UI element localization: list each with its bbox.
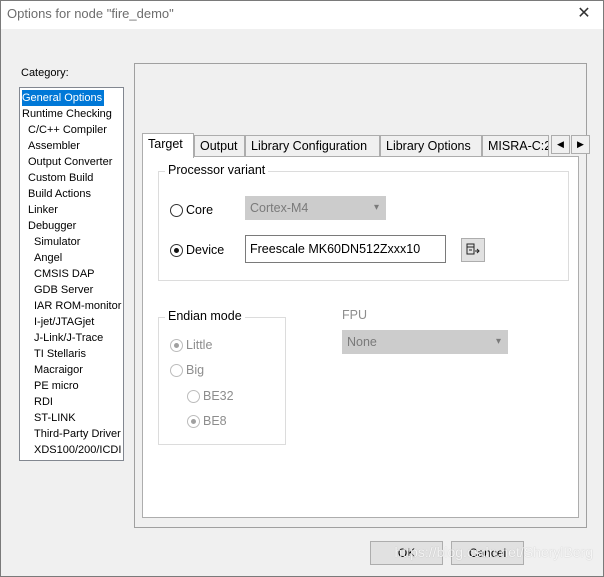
browse-device-icon[interactable]: [461, 238, 485, 262]
category-item[interactable]: ST-LINK: [34, 410, 78, 426]
core-select-value: Cortex-M4: [250, 201, 309, 215]
category-item[interactable]: Linker: [28, 202, 60, 218]
category-item[interactable]: J-Link/J-Trace: [34, 330, 105, 346]
device-radio[interactable]: [170, 244, 183, 257]
endian-mode-group: Endian mode Little Big BE32 BE8: [158, 309, 286, 445]
processor-variant-group: Processor variant Core Cortex-M4 ▾ Devic…: [158, 163, 569, 281]
category-item[interactable]: Assembler: [28, 138, 82, 154]
little-label: Little: [186, 338, 213, 352]
tab-scroll-right-icon[interactable]: ▶: [571, 135, 590, 154]
core-dropdown-arrow-icon: ▾: [373, 202, 379, 213]
core-label: Core: [186, 203, 214, 217]
category-item[interactable]: PE micro: [34, 378, 81, 394]
tab-library-configuration[interactable]: Library Configuration: [245, 135, 380, 157]
little-radio[interactable]: [170, 339, 183, 352]
big-radio[interactable]: [170, 364, 183, 377]
device-label: Device: [186, 243, 225, 257]
be32-radio[interactable]: [187, 390, 200, 403]
big-label: Big: [186, 363, 205, 377]
category-item[interactable]: CMSIS DAP: [34, 266, 97, 282]
category-item[interactable]: General Options: [22, 90, 105, 106]
category-item[interactable]: Output Converter: [28, 154, 114, 170]
device-field[interactable]: Freescale MK60DN512Zxxx10: [245, 235, 446, 263]
category-item[interactable]: Custom Build: [28, 170, 95, 186]
category-item[interactable]: Macraigor: [34, 362, 85, 378]
core-select: Cortex-M4 ▾: [245, 196, 386, 220]
title-bar: Options for node "fire_demo" ✕: [1, 1, 603, 29]
category-item[interactable]: XDS100/200/ICDI: [34, 442, 123, 458]
cancel-button[interactable]: Cancel: [451, 541, 524, 565]
tab-strip: Target Output Library Configuration Libr…: [142, 133, 590, 158]
ok-button[interactable]: OK: [370, 541, 443, 565]
target-tab-page: Processor variant Core Cortex-M4 ▾ Devic…: [142, 156, 579, 518]
category-list[interactable]: General Options Runtime Checking C/C++ Com…: [19, 87, 124, 461]
category-item[interactable]: Runtime Checking: [22, 106, 114, 122]
category-item[interactable]: Third-Party Driver: [34, 426, 123, 442]
category-item[interactable]: IAR ROM-monitor: [34, 298, 123, 314]
panel-content: Target Output Library Configuration Libr…: [134, 63, 590, 528]
category-item[interactable]: Simulator: [34, 234, 82, 250]
category-label: Category:: [21, 67, 69, 79]
options-dialog: Options for node "fire_demo" ✕ Category:…: [0, 0, 604, 577]
tab-output[interactable]: Output: [194, 135, 245, 157]
tab-library-options[interactable]: Library Options: [380, 135, 482, 157]
category-item[interactable]: RDI: [34, 394, 55, 410]
be8-radio[interactable]: [187, 415, 200, 428]
fpu-dropdown-arrow-icon: ▾: [495, 336, 501, 347]
tab-target[interactable]: Target: [142, 133, 194, 158]
be32-label: BE32: [203, 389, 234, 403]
tab-misra-c[interactable]: MISRA-C:2: [482, 135, 549, 157]
category-item[interactable]: Angel: [34, 250, 64, 266]
category-item[interactable]: Debugger: [28, 218, 78, 234]
fpu-select-value: None: [347, 335, 377, 349]
core-radio[interactable]: [170, 204, 183, 217]
category-item[interactable]: GDB Server: [34, 282, 95, 298]
category-item[interactable]: TI Stellaris: [34, 346, 88, 362]
category-item[interactable]: C/C++ Compiler: [28, 122, 109, 138]
category-item[interactable]: I-jet/JTAGjet: [34, 314, 96, 330]
window-title: Options for node "fire_demo": [7, 6, 174, 21]
category-item[interactable]: Build Actions: [28, 186, 93, 202]
fpu-select: None ▾: [342, 330, 508, 354]
be8-label: BE8: [203, 414, 227, 428]
tab-scroll-left-icon[interactable]: ◀: [551, 135, 570, 154]
close-icon[interactable]: ✕: [573, 4, 595, 24]
endian-mode-title: Endian mode: [165, 309, 245, 323]
processor-variant-title: Processor variant: [165, 163, 269, 177]
fpu-label: FPU: [342, 308, 367, 322]
